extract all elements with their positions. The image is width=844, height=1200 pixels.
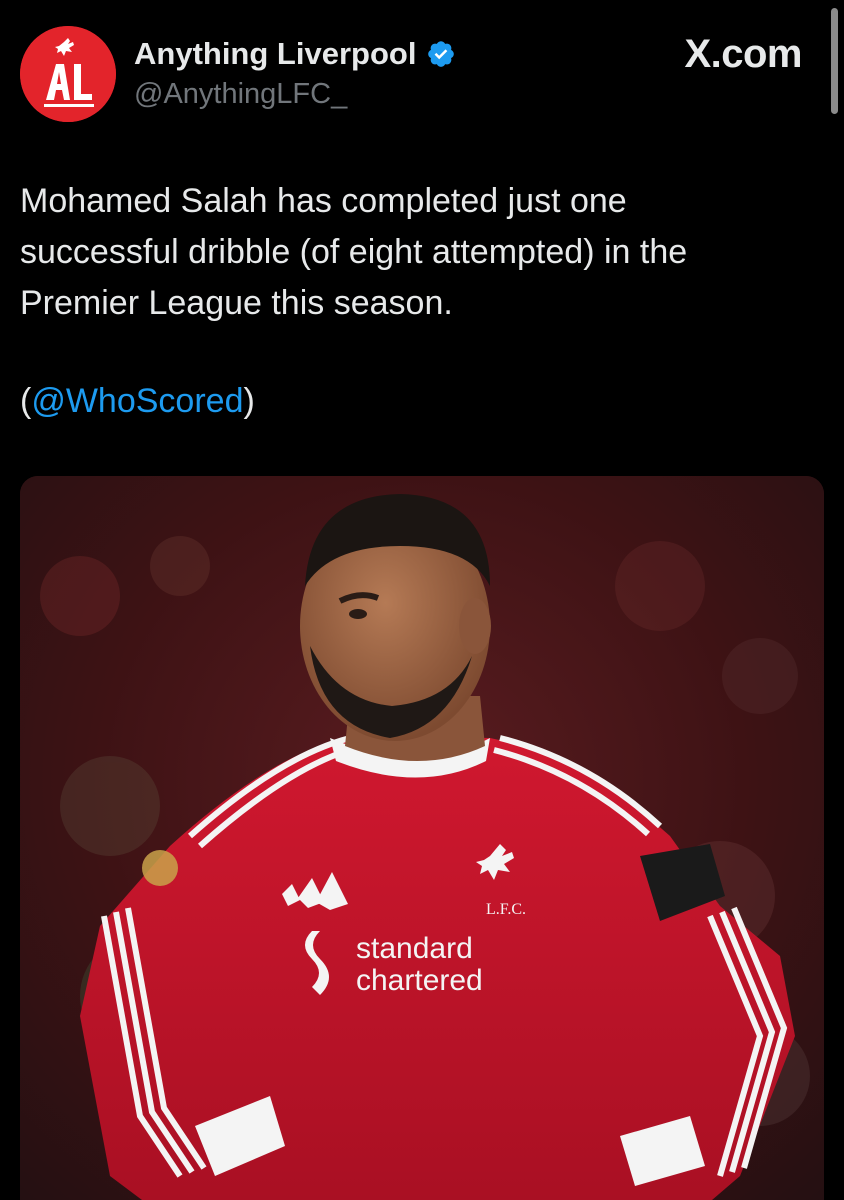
paren-open: (	[20, 382, 32, 420]
scrollbar[interactable]	[831, 8, 838, 114]
sponsor-line-1: standard	[356, 932, 473, 965]
tweet-photo[interactable]: L.F.C. standard chartered	[20, 476, 824, 1200]
crest-text: L.F.C.	[486, 901, 526, 918]
tweet-text: Mohamed Salah has completed just one suc…	[20, 176, 810, 329]
liverbird-logo-icon	[20, 26, 116, 122]
verified-badge-icon	[428, 41, 455, 67]
tweet-line: successful dribble (of eight attempted) …	[20, 233, 688, 271]
sponsor-line-2: chartered	[356, 964, 483, 997]
display-name[interactable]: Anything Liverpool	[134, 36, 456, 72]
source-credit: (@WhoScored)	[20, 376, 255, 427]
profile-avatar[interactable]	[20, 26, 116, 122]
account-handle[interactable]: @AnythingLFC_	[134, 78, 347, 111]
tweet-line: Premier League this season.	[20, 284, 453, 322]
mention-link[interactable]: @WhoScored	[31, 382, 243, 420]
display-name-text[interactable]: Anything Liverpool	[134, 36, 416, 72]
x-brand-label: X.com	[684, 32, 802, 76]
tweet-line: Mohamed Salah has completed just one	[20, 182, 627, 220]
player-photo-illustration: L.F.C. standard chartered	[20, 476, 824, 1200]
tweet-screenshot: Anything Liverpool @AnythingLFC_ X.com M…	[0, 0, 844, 1200]
paren-close: )	[243, 382, 255, 420]
